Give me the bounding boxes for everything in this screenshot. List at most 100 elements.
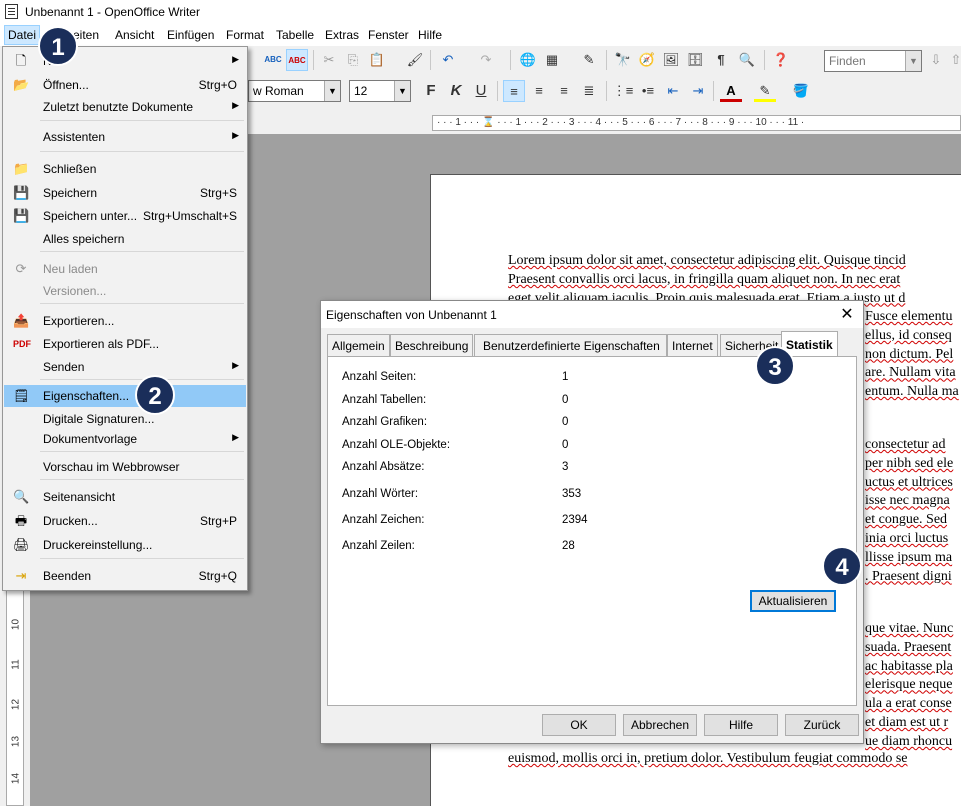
decrease-indent-icon[interactable]: ⇤ [662,80,684,102]
text-line: Fusce elementu [865,309,953,324]
find-input[interactable]: Finden ▼ [824,50,922,72]
menu-extras[interactable]: Extras [325,28,359,42]
text-line: non dictum. Pel [865,346,954,362]
vruler-tick: 10 [10,618,22,631]
underline-button[interactable]: U [470,80,492,102]
align-left-icon[interactable]: ≡ [503,80,525,102]
back-button[interactable]: Zurück [785,714,859,736]
highlighting-icon[interactable]: ✎ [754,80,776,102]
menu-item-digitale-signaturen[interactable]: Digitale Signaturen... [4,408,246,430]
hyperlink-icon[interactable]: 🌐 [517,49,539,71]
table-icon[interactable]: ▦ [541,49,563,71]
menu-format[interactable]: Format [226,28,264,42]
chevron-down-icon[interactable]: ▼ [394,81,410,101]
autospellcheck-button[interactable]: ABC [286,49,308,71]
menu-item-schliessen[interactable]: 📁 Schließen [4,158,246,180]
menu-item-assistenten[interactable]: Assistenten ▶ [4,126,246,148]
format-paintbrush-icon[interactable]: 🖌 [404,49,426,71]
statistics-panel: Anzahl Seiten: 1 Anzahl Tabellen: 0 Anza… [327,356,857,706]
menu-item-oeffnen[interactable]: 📂 Öffnen... Strg+O [4,74,246,96]
menu-hilfe[interactable]: Hilfe [418,28,442,42]
paste-icon[interactable]: 📋 [366,49,388,71]
pdf-icon: PDF [13,339,31,349]
menu-item-speichern[interactable]: 💾 Speichern Strg+S [4,182,246,204]
menu-item-eigenschaften[interactable]: 🗒 Eigenschaften... [4,385,246,407]
tab-allgemein[interactable]: Allgemein [327,334,390,356]
justify-icon[interactable]: ≣ [578,80,600,102]
menu-item-seitenansicht[interactable]: 🔍 Seitenansicht [4,486,246,508]
bold-button[interactable]: F [420,80,442,102]
text-line: uctus et ultrices [865,474,953,490]
new-document-icon: 🗋 [15,53,27,68]
writer-app-icon [5,4,18,19]
menu-einfuegen[interactable]: Einfügen [167,28,214,42]
window-title: Unbenannt 1 - OpenOffice Writer [25,5,200,19]
menu-item-dokumentvorlage[interactable]: Dokumentvorlage ▶ [4,428,246,450]
menu-item-exportieren[interactable]: 📤 Exportieren... [4,310,246,332]
menu-fenster[interactable]: Fenster [368,28,409,42]
menu-item-alles-speichern[interactable]: Alles speichern [4,228,246,250]
chevron-down-icon[interactable]: ▼ [905,51,921,71]
menu-item-beenden[interactable]: ⇥ Beenden Strg+Q [4,565,246,587]
vruler-tick: 11 [10,659,22,670]
bullets-icon[interactable]: •≡ [637,80,659,102]
text-line: et congue. Sed [865,512,948,528]
formatting-marks-icon[interactable]: ¶ [710,49,732,71]
numbering-icon[interactable]: ⋮≡ [612,80,634,102]
text-line: are. Nullam vita [865,365,956,381]
help-button[interactable]: Hilfe [704,714,778,736]
menu-item-vorschau-webbrowser[interactable]: Vorschau im Webbrowser [4,456,246,478]
font-color-icon[interactable]: A [720,80,742,102]
align-center-icon[interactable]: ≡ [528,80,550,102]
dialog-title: Eigenschaften von Unbenannt 1 [326,308,497,322]
gallery-icon[interactable]: 🖼 [660,49,682,71]
undo-icon[interactable]: ↶ [437,49,459,71]
chevron-down-icon[interactable]: ▼ [324,81,340,101]
find-replace-icon[interactable]: 🔭 [612,49,634,71]
menu-datei[interactable]: Datei [4,25,41,45]
text-line: ac habitasse pla [865,658,953,674]
tab-internet[interactable]: Internet [667,334,718,356]
increase-indent-icon[interactable]: ⇥ [687,80,709,102]
font-name-combo[interactable]: w Roman ▼ [248,80,341,102]
spellcheck-button[interactable]: ABC [262,49,284,71]
text-line: ellus, id conseq [865,327,952,343]
navigator-icon[interactable]: 🧭 [636,49,658,71]
text-line: inia orci luctus [865,530,949,546]
menu-item-zuletzt[interactable]: Zuletzt benutzte Dokumente ▶ [4,96,246,118]
find-next-icon[interactable]: ⇩ [925,49,947,71]
italic-button[interactable]: K [445,80,467,102]
menu-tabelle[interactable]: Tabelle [276,28,314,42]
vruler-tick: 12 [10,698,22,711]
close-icon[interactable]: ✕ [837,304,857,324]
data-sources-icon[interactable]: 🗄 [684,49,706,71]
cancel-button[interactable]: Abbrechen [623,714,697,736]
cut-icon[interactable]: ✂ [318,49,340,71]
text-line: euismod, mollis orci in, pretium dolor. … [508,751,908,766]
refresh-button[interactable]: Aktualisieren [750,590,836,612]
dialog-title-bar: Eigenschaften von Unbenannt 1 ✕ [321,301,863,328]
menu-item-drucken[interactable]: 🖶 Drucken... Strg+P [4,510,246,532]
draw-functions-icon[interactable]: ✎ [578,49,600,71]
zoom-icon[interactable]: 🔍 [736,49,758,71]
find-previous-icon[interactable]: ⇧ [945,49,961,71]
background-color-icon[interactable]: 🪣 [790,80,812,102]
tab-benutzerdefinierte-eigenschaften[interactable]: Benutzerdefinierte Eigenschaften [474,334,667,356]
help-icon[interactable]: ❓ [770,49,792,71]
text-line: ue diam rhoncu [865,733,953,749]
menu-item-druckereinstellung[interactable]: 🖨 Druckereinstellung... [4,534,246,556]
step-marker-1: 1 [38,26,78,66]
menu-item-exportieren-pdf[interactable]: PDF Exportieren als PDF... [4,333,246,355]
menu-item-senden[interactable]: Senden ▶ [4,356,246,378]
font-size-combo[interactable]: 12 ▼ [349,80,411,102]
align-right-icon[interactable]: ≡ [553,80,575,102]
menu-ansicht[interactable]: Ansicht [115,28,154,42]
text-line: Lorem ipsum dolor sit amet, consectetur … [508,253,906,268]
menu-item-speichern-unter[interactable]: 💾 Speichern unter... Strg+Umschalt+S [4,205,246,227]
tab-beschreibung[interactable]: Beschreibung [390,334,474,356]
close-document-icon: 📁 [13,161,30,176]
redo-icon[interactable]: ↷ [475,49,497,71]
ok-button[interactable]: OK [542,714,616,736]
export-icon: 📤 [13,313,30,328]
copy-icon[interactable]: ⎘ [342,49,364,71]
